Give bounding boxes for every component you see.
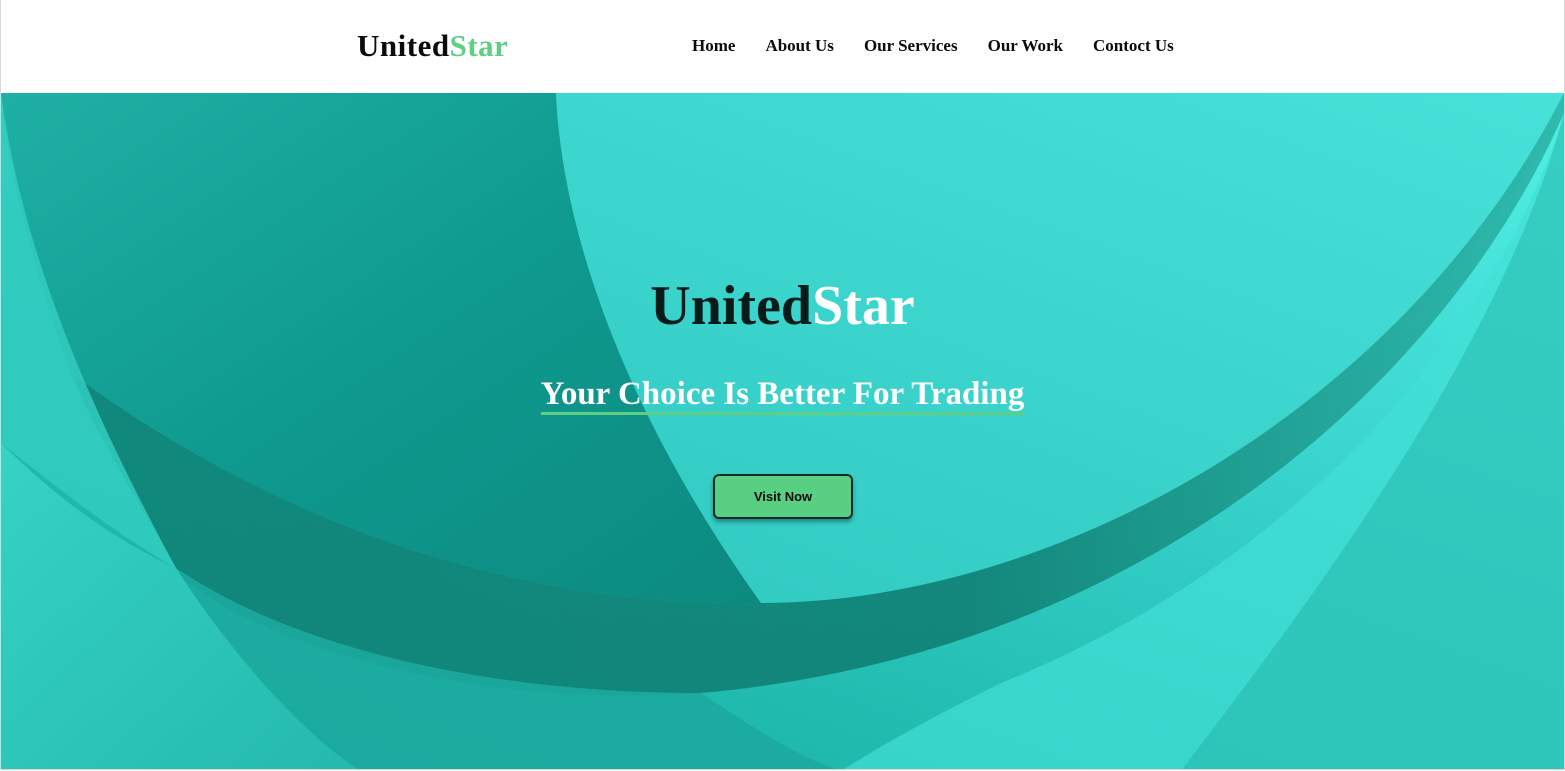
nav-link-contact-us[interactable]: Contoct Us — [1093, 36, 1174, 56]
visit-now-button[interactable]: Visit Now — [713, 474, 853, 519]
nav-menu: Home About Us Our Services Our Work Cont… — [692, 36, 1174, 56]
nav-link-home[interactable]: Home — [692, 36, 735, 56]
page: UnitedStar Home About Us Our Services Ou… — [0, 0, 1565, 770]
nav-link-our-services[interactable]: Our Services — [864, 36, 958, 56]
brand-text-star: Star — [449, 28, 509, 63]
brand-logo[interactable]: UnitedStar — [357, 28, 508, 64]
hero-title-star: Star — [812, 275, 915, 337]
tagline-container: Your Choice Is Better For Trading — [1, 376, 1564, 415]
hero-title-united: United — [650, 275, 813, 337]
hero-section: UnitedStar Your Choice Is Better For Tra… — [1, 93, 1564, 769]
hero-tagline: Your Choice Is Better For Trading — [540, 376, 1025, 415]
nav-link-our-work[interactable]: Our Work — [988, 36, 1063, 56]
hero-content: UnitedStar Your Choice Is Better For Tra… — [1, 93, 1564, 769]
navbar: UnitedStar Home About Us Our Services Ou… — [1, 0, 1564, 93]
brand-text-united: United — [357, 28, 450, 63]
hero-title: UnitedStar — [1, 275, 1564, 337]
nav-link-about-us[interactable]: About Us — [765, 36, 834, 56]
